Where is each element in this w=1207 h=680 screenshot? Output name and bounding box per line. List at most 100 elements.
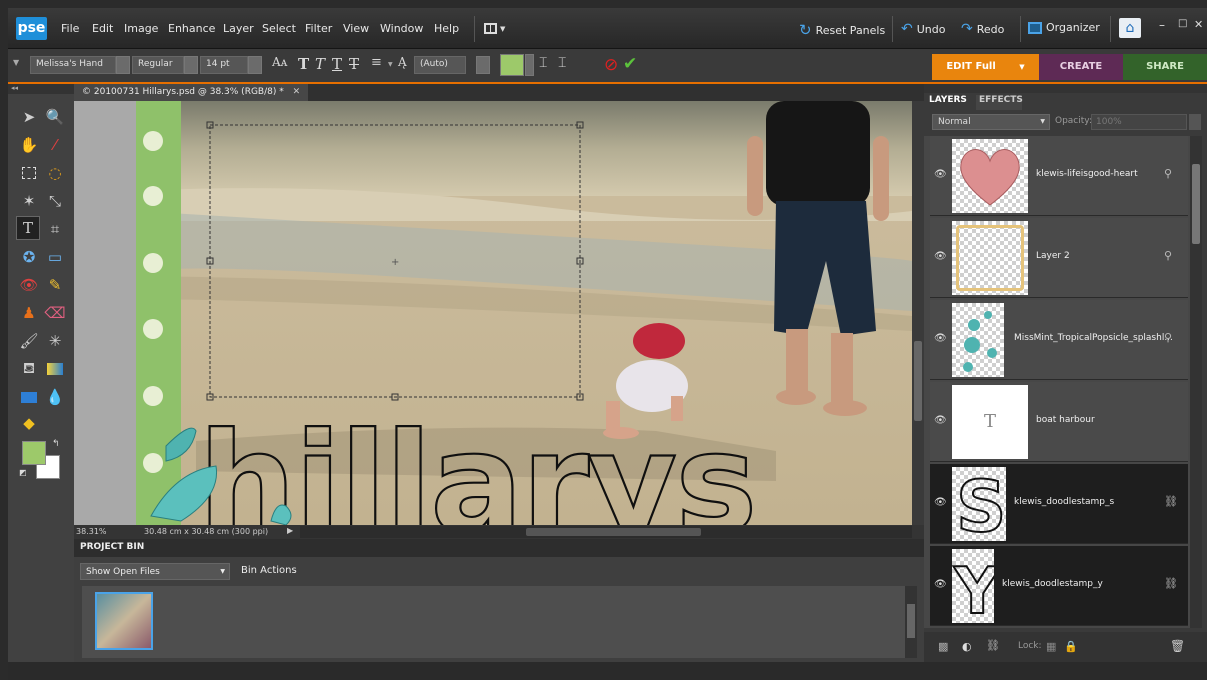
align-text-icon[interactable]: ≡ <box>371 55 382 70</box>
opacity-field[interactable]: 100% <box>1091 114 1187 130</box>
open-file-thumbnail[interactable] <box>95 592 153 650</box>
tab-effects[interactable]: EFFECTS <box>976 95 1023 110</box>
cancel-icon[interactable]: ⊘ <box>604 55 618 75</box>
visibility-eye-icon[interactable]: 👁 <box>934 251 948 263</box>
red-eye-tool-icon[interactable]: 👁 <box>18 274 40 296</box>
workspace-layout-button[interactable]: ▼ <box>484 21 512 36</box>
document-tab[interactable]: © 20100731 Hillarys.psd @ 38.3% (RGB/8) … <box>74 84 309 101</box>
app-logo[interactable]: pse <box>16 17 47 40</box>
faux-italic-icon[interactable]: T <box>315 55 325 73</box>
lasso-tool-icon[interactable]: ◌ <box>44 162 66 184</box>
strikethrough-icon[interactable]: T <box>349 55 359 73</box>
leading-field[interactable]: (Auto) <box>414 56 466 74</box>
menu-view[interactable]: View <box>343 22 369 35</box>
menu-file[interactable]: File <box>61 22 79 35</box>
layer-link-icon[interactable]: ⚲ <box>1164 249 1172 262</box>
blur-tool-icon[interactable]: 💧 <box>44 386 66 408</box>
font-style-select[interactable]: Regular <box>132 56 184 74</box>
tab-create[interactable]: CREATE <box>1039 54 1123 80</box>
bin-scroll-thumb[interactable] <box>907 604 915 638</box>
horizontal-scroll-thumb[interactable] <box>526 528 701 536</box>
font-size-field[interactable]: 14 pt <box>200 56 248 74</box>
tool-preset-icon[interactable]: ▼ <box>13 58 19 67</box>
text-color-dropdown-arrow[interactable] <box>525 54 534 76</box>
text-color-swatch[interactable] <box>500 54 524 76</box>
zoom-tool-icon[interactable]: 🔍 <box>44 106 66 128</box>
organizer-button[interactable]: Organizer <box>1028 21 1100 34</box>
show-open-files-select[interactable]: Show Open Files ▼ <box>80 563 230 580</box>
opacity-slider-arrow[interactable] <box>1189 114 1201 130</box>
quick-selection-tool-icon[interactable]: ⤡ <box>44 190 66 212</box>
menu-select[interactable]: Select <box>262 22 296 35</box>
faux-bold-icon[interactable]: T <box>298 55 309 73</box>
layer-row[interactable]: 👁 Layer 2 ⚲ <box>930 218 1188 298</box>
new-layer-icon[interactable]: ▩ <box>938 640 948 653</box>
minimize-button[interactable]: – <box>1159 18 1165 32</box>
visibility-eye-icon[interactable]: 👁 <box>934 333 948 345</box>
vertical-text-icon[interactable]: ⌶ <box>558 55 566 71</box>
font-size-dropdown-arrow[interactable] <box>248 56 262 74</box>
visibility-eye-icon[interactable]: 👁 <box>934 415 948 427</box>
smart-brush-tool-icon[interactable]: ✳ <box>44 330 66 352</box>
default-colors-icon[interactable]: ◩ <box>19 468 27 477</box>
straighten-tool-icon[interactable]: ▭ <box>44 246 66 268</box>
status-menu-arrow-icon[interactable]: ▶ <box>287 526 293 535</box>
eyedropper-tool-icon[interactable]: ⁄ <box>44 134 66 156</box>
menu-image[interactable]: Image <box>124 22 158 35</box>
link-layers-icon[interactable]: ⛓ <box>986 639 1000 652</box>
close-button[interactable]: ✕ <box>1194 18 1203 31</box>
close-tab-icon[interactable]: ✕ <box>293 87 301 97</box>
marquee-tool-icon[interactable] <box>18 162 40 184</box>
visibility-eye-icon[interactable]: 👁 <box>934 579 948 591</box>
font-family-dropdown-arrow[interactable] <box>116 56 130 74</box>
layers-scrollbar[interactable] <box>1190 136 1202 628</box>
document-canvas[interactable]: + hillarys <box>136 101 912 525</box>
adjustment-layer-icon[interactable]: ◐ <box>962 640 972 653</box>
maximize-button[interactable]: □ <box>1178 18 1187 29</box>
layer-row[interactable]: 👁 klewis-lifeisgood-heart ⚲ <box>930 136 1188 216</box>
tab-layers[interactable]: LAYERS <box>929 95 973 110</box>
clone-stamp-tool-icon[interactable]: ♟ <box>18 302 40 324</box>
magic-wand-tool-icon[interactable]: ✶ <box>18 190 40 212</box>
move-tool-icon[interactable]: ➤ <box>18 106 40 128</box>
menu-enhance[interactable]: Enhance <box>168 22 215 35</box>
leading-dropdown-arrow[interactable] <box>476 56 490 74</box>
undo-button[interactable]: ↶ Undo <box>901 21 945 37</box>
bin-scrollbar[interactable] <box>905 586 917 658</box>
reset-panels-button[interactable]: ↻ Reset Panels <box>799 21 885 39</box>
bin-actions-menu[interactable]: Bin Actions <box>241 565 297 576</box>
font-style-dropdown-arrow[interactable] <box>184 56 198 74</box>
brush-tool-icon[interactable]: 🖌 <box>18 330 40 352</box>
paint-bucket-tool-icon[interactable]: ⛾ <box>18 358 40 380</box>
sponge-tool-icon[interactable]: ◆ <box>18 412 40 434</box>
visibility-eye-icon[interactable]: 👁 <box>934 497 948 509</box>
layer-link-icon[interactable]: ⚲ <box>1164 331 1172 344</box>
canvas-horizontal-scrollbar[interactable] <box>300 526 912 538</box>
eraser-tool-icon[interactable]: ⌫ <box>44 302 66 324</box>
underline-icon[interactable]: T <box>332 55 342 73</box>
toolbox-collapse-icon[interactable]: ◂◂ <box>8 84 74 94</box>
commit-checkmark-icon[interactable]: ✔ <box>623 54 637 74</box>
canvas-area[interactable]: + hillarys <box>74 101 912 525</box>
canvas-vertical-scrollbar[interactable] <box>912 101 924 525</box>
hand-tool-icon[interactable]: ✋ <box>18 134 40 156</box>
healing-brush-tool-icon[interactable]: ✎ <box>44 274 66 296</box>
layer-row[interactable]: 👁 S klewis_doodlestamp_s ⛓ <box>930 464 1188 544</box>
cookie-cutter-tool-icon[interactable]: ✪ <box>18 246 40 268</box>
layer-link-icon[interactable]: ⚲ <box>1164 167 1172 180</box>
swap-colors-icon[interactable]: ↰ <box>52 439 60 449</box>
lock-transparency-icon[interactable]: ▦ <box>1046 640 1056 653</box>
visibility-eye-icon[interactable]: 👁 <box>934 169 948 181</box>
chain-link-icon[interactable]: ⛓ <box>1164 577 1178 590</box>
font-family-select[interactable]: Melissa's Hand <box>30 56 116 74</box>
layer-row[interactable]: 👁 MissMint_TropicalPopsicle_splashl... ⚲ <box>930 300 1188 380</box>
menu-filter[interactable]: Filter <box>305 22 332 35</box>
text-orientation-icon[interactable]: ⌶ <box>539 55 547 71</box>
blend-mode-select[interactable]: Normal ▼ <box>932 114 1050 130</box>
chain-link-icon[interactable]: ⛓ <box>1164 495 1178 508</box>
menu-window[interactable]: Window <box>380 22 423 35</box>
tab-share[interactable]: SHARE <box>1123 54 1207 80</box>
layers-scroll-thumb[interactable] <box>1192 164 1200 244</box>
menu-layer[interactable]: Layer <box>223 22 254 35</box>
shape-tool-icon[interactable] <box>18 386 40 408</box>
